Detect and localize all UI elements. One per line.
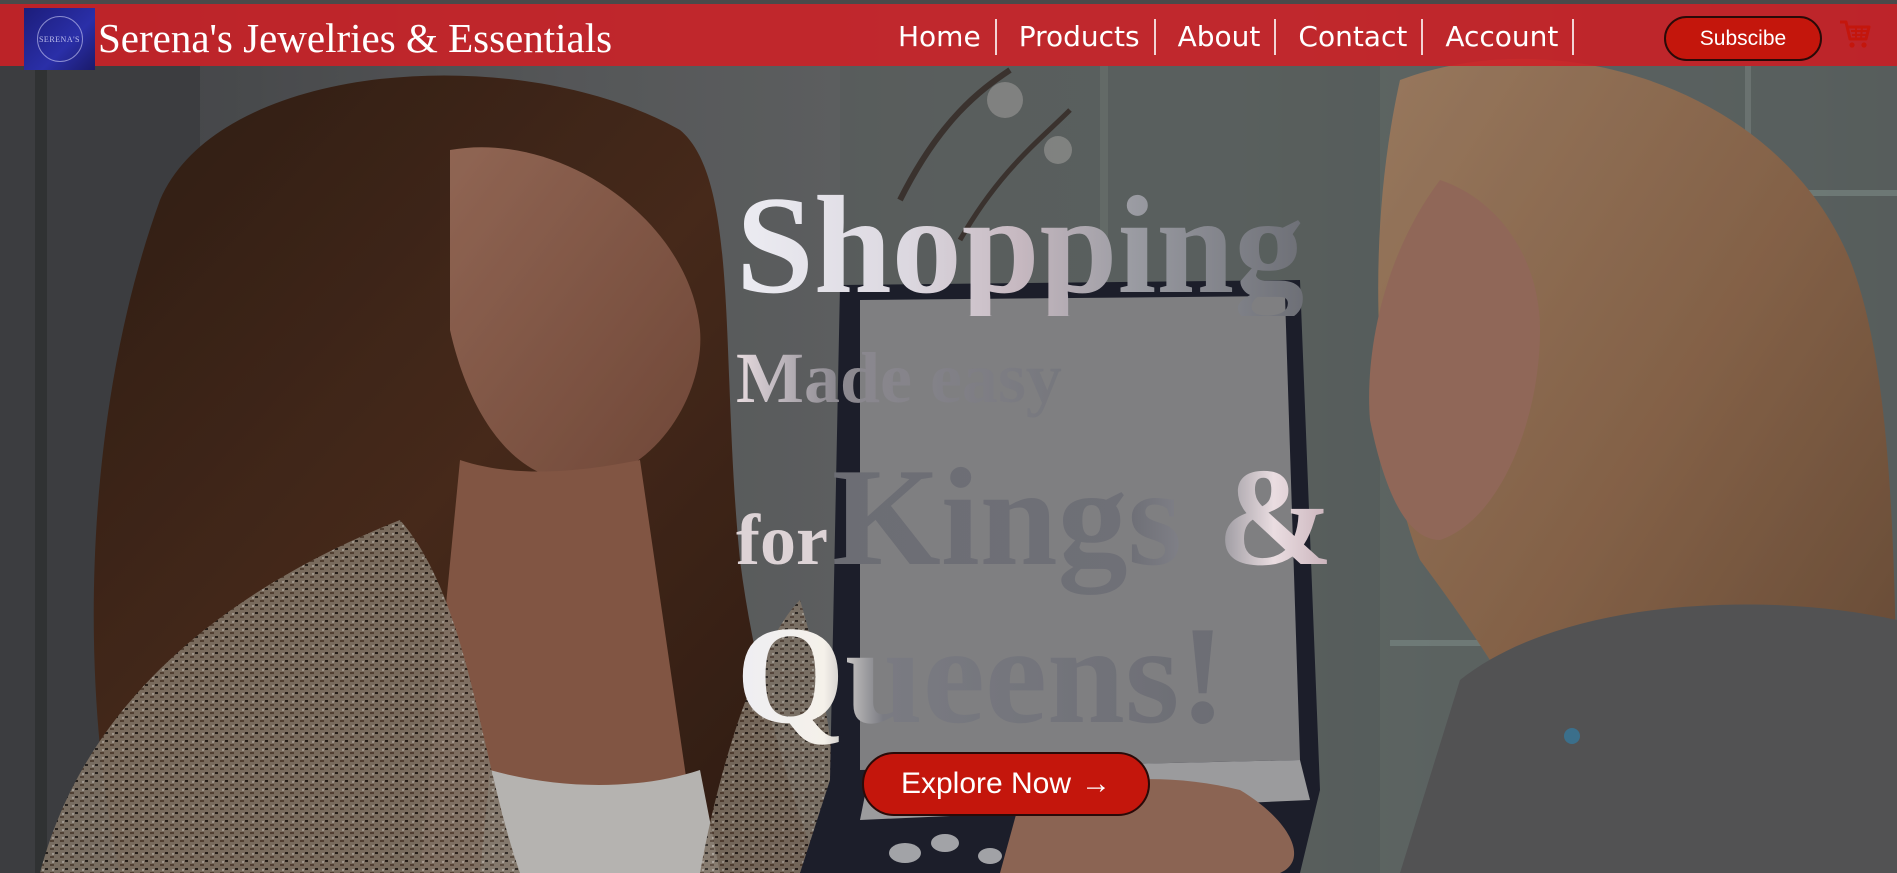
headline-for: for bbox=[736, 500, 828, 580]
page: Shopping Made easy for Kings & Queens! E… bbox=[0, 0, 1897, 873]
subscribe-button[interactable]: Subscibe bbox=[1664, 16, 1822, 61]
nav-item-about[interactable]: About bbox=[1156, 19, 1277, 55]
top-navbar: SERENA'S Serena's Jewelries & Essentials… bbox=[0, 0, 1897, 70]
nav-item-contact[interactable]: Contact bbox=[1276, 19, 1424, 55]
explore-now-label: Explore Now bbox=[900, 767, 1072, 800]
brand-logo[interactable]: SERENA'S bbox=[24, 8, 95, 70]
headline-line-queens: Queens! bbox=[736, 596, 1226, 756]
nav-item-products[interactable]: Products bbox=[997, 19, 1156, 55]
arrow-right-icon: → bbox=[1081, 767, 1112, 800]
nav-menu: Home Products About Contact Account bbox=[876, 18, 1575, 56]
headline-kings: Kings & bbox=[831, 440, 1334, 595]
brand-name[interactable]: Serena's Jewelries & Essentials bbox=[98, 14, 612, 62]
headline-line-shopping: Shopping bbox=[736, 168, 1305, 323]
nav-item-home[interactable]: Home bbox=[876, 19, 997, 55]
nav-item-account[interactable]: Account bbox=[1423, 19, 1575, 55]
headline-line-made-easy: Made easy bbox=[736, 338, 1062, 418]
explore-now-button[interactable]: Explore Now → bbox=[862, 752, 1150, 816]
shopping-cart-icon[interactable] bbox=[1838, 17, 1872, 51]
logo-seal-icon: SERENA'S bbox=[36, 16, 83, 62]
